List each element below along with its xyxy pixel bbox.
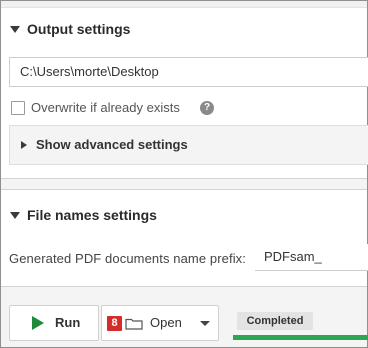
help-icon[interactable]: ? (200, 101, 214, 115)
output-settings-title: Output settings (27, 21, 131, 37)
chevron-down-icon[interactable] (200, 321, 210, 326)
top-strip (1, 1, 367, 8)
folder-icon (125, 318, 143, 330)
prefix-value: PDFsam_ (264, 249, 322, 264)
progress-bar (233, 335, 368, 340)
open-button[interactable]: 8 Open (101, 305, 219, 341)
open-button-label: Open (150, 315, 182, 330)
expand-chevron-icon (21, 141, 27, 149)
panel-separator (1, 179, 367, 189)
file-names-settings-panel: File names settings Generated PDF docume… (1, 189, 368, 287)
file-names-settings-title: File names settings (27, 207, 157, 223)
prefix-input[interactable]: PDFsam_ (255, 244, 368, 271)
footer-bar: Run 8 Open Completed (1, 287, 368, 347)
collapse-file-names-icon[interactable] (10, 212, 20, 219)
open-count-badge: 8 (107, 316, 122, 331)
play-icon (32, 316, 44, 330)
overwrite-label[interactable]: Overwrite if already exists (31, 100, 180, 115)
show-advanced-settings-toggle[interactable]: Show advanced settings (9, 125, 368, 165)
run-button[interactable]: Run (9, 305, 99, 341)
destination-folder-value: C:\Users\morte\Desktop (20, 64, 159, 79)
prefix-label: Generated PDF documents name prefix: (9, 251, 246, 266)
status-badge: Completed (237, 312, 313, 330)
window-frame: Output settings C:\Users\morte\Desktop O… (0, 0, 368, 348)
overwrite-checkbox[interactable] (11, 101, 25, 115)
collapse-output-settings-icon[interactable] (10, 26, 20, 33)
output-settings-panel: Output settings C:\Users\morte\Desktop O… (1, 1, 368, 179)
run-button-label: Run (55, 315, 81, 330)
destination-folder-field[interactable]: C:\Users\morte\Desktop (9, 57, 368, 87)
show-advanced-settings-label: Show advanced settings (36, 137, 188, 152)
progress-bar-fill (233, 335, 368, 340)
